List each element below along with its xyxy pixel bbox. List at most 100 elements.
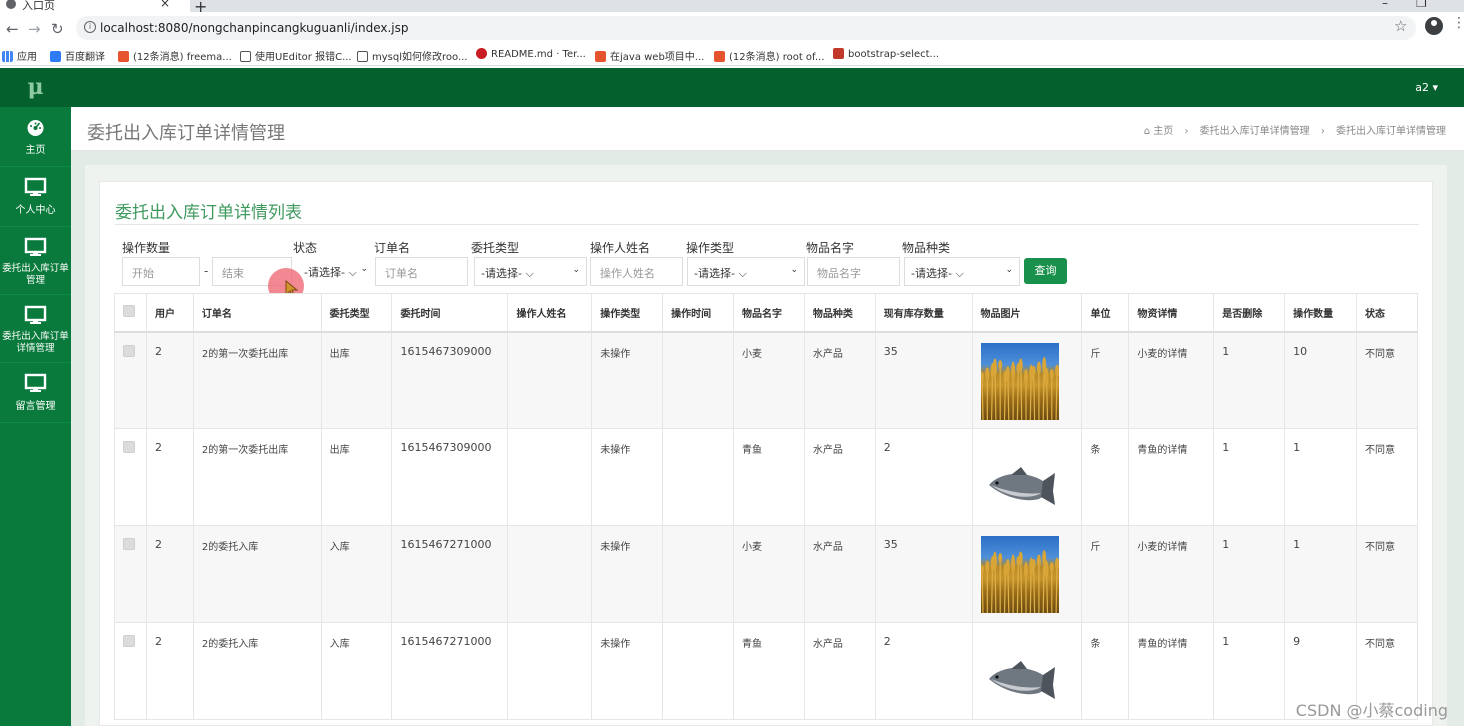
fish-image xyxy=(981,441,1059,518)
column-header[interactable]: 操作人姓名 xyxy=(507,293,593,333)
filter-label-goods-name: 物品名字 xyxy=(806,241,855,255)
sidebar-item-entrust-orders[interactable]: 委托出入库订单管理 xyxy=(0,227,71,295)
column-header[interactable]: 物品种类 xyxy=(803,293,876,333)
omnibox[interactable]: i localhost:8080/nongchanpincangkuguanli… xyxy=(76,16,1416,40)
restore-icon[interactable]: ❐ xyxy=(1416,0,1427,10)
filter-label-op-type: 操作类型 xyxy=(686,241,735,255)
column-header[interactable]: 状态 xyxy=(1355,293,1419,333)
user-menu[interactable]: a2 ▾ xyxy=(1415,81,1438,94)
cell-op-type: 未操作 xyxy=(591,525,664,623)
cell-unit: 斤 xyxy=(1081,525,1130,623)
filter-label-operator: 操作人姓名 xyxy=(590,241,651,255)
dashboard-icon xyxy=(27,120,44,136)
table-row[interactable]: 2 2的委托入库 入库 1615467271000 未操作 小麦 水产品 35 斤小麦的详情 1 1… xyxy=(114,525,1419,623)
cell-unit: 斤 xyxy=(1081,331,1130,429)
bookmark-star-icon[interactable]: ☆ xyxy=(1394,17,1407,35)
sidebar-item-entrust-order-details[interactable]: 委托出入库订单详情管理 xyxy=(0,295,71,363)
column-header[interactable]: 用户 xyxy=(145,293,194,333)
column-header[interactable]: 物品图片 xyxy=(971,293,1083,333)
profile-icon[interactable] xyxy=(1425,17,1443,35)
cell-order: 2的委托入库 xyxy=(192,622,322,720)
table-body: 2 2的第一次委托出库 出库 1615467309000 未操作 小麦 水产品 35 斤小麦的详… xyxy=(114,331,1419,720)
qty-start-input[interactable]: 开始 xyxy=(122,257,200,286)
column-header[interactable]: 委托时间 xyxy=(391,293,509,333)
query-button[interactable]: 查询 xyxy=(1024,258,1067,284)
bookmark-apps[interactable]: 应用 xyxy=(2,48,37,63)
sidebar-item-messages[interactable]: 留言管理 xyxy=(0,363,71,423)
cell-kind: 水产品 xyxy=(803,525,876,623)
breadcrumb-separator: › xyxy=(1320,126,1325,137)
column-header[interactable]: 操作类型 xyxy=(591,293,664,333)
back-icon[interactable]: ← xyxy=(6,20,19,38)
row-checkbox[interactable] xyxy=(123,441,135,453)
bookmark-item[interactable]: 在java web项目中... xyxy=(595,48,704,63)
sidebar-item-personal-center[interactable]: 个人中心 xyxy=(0,167,71,227)
cell-operator xyxy=(507,622,593,720)
cell-stock: 35 xyxy=(874,331,973,429)
bookmark-item[interactable]: 百度翻译 xyxy=(50,48,105,63)
bookmark-item[interactable]: mysql如何修改roo... xyxy=(357,48,467,63)
qty-range-dash: - xyxy=(204,264,209,278)
monitor-icon xyxy=(24,237,47,256)
sidebar-label: 委托出入库订单详情管理 xyxy=(2,331,69,354)
status-select[interactable]: -请选择- ⌄ xyxy=(298,257,374,286)
row-checkbox[interactable] xyxy=(123,635,135,647)
breadcrumb-item[interactable]: 委托出入库订单详情管理 xyxy=(1200,126,1310,137)
cell-qty: 10 xyxy=(1284,331,1357,429)
bookmark-item[interactable]: bootstrap-select... xyxy=(833,48,939,60)
details-table: 用户 订单名 委托类型 委托时间 操作人姓名 操作类型 操作时间 物品名字 物品… xyxy=(114,293,1419,720)
operator-name-input[interactable]: 操作人姓名 xyxy=(590,257,683,286)
cell-op-time xyxy=(662,331,734,429)
column-header[interactable]: 物资详情 xyxy=(1128,293,1215,333)
column-header[interactable]: 操作时间 xyxy=(662,293,734,333)
row-checkbox-cell xyxy=(114,525,147,623)
cell-goods: 小麦 xyxy=(733,525,805,623)
site-info-icon[interactable]: i xyxy=(84,21,96,33)
cell-goods: 青鱼 xyxy=(733,428,805,526)
bookmark-item[interactable]: (12条消息) freema... xyxy=(118,48,232,63)
browser-menu-icon[interactable]: ⋮ xyxy=(1452,15,1464,31)
cell-goods: 青鱼 xyxy=(733,622,805,720)
column-header[interactable]: 操作数量 xyxy=(1284,293,1357,333)
order-name-input[interactable]: 订单名 xyxy=(375,257,468,286)
sidebar-item-home[interactable]: 主页 xyxy=(0,107,71,167)
cell-order: 2的第一次委托出库 xyxy=(192,428,322,526)
bookmark-item[interactable]: (12条消息) root of... xyxy=(714,48,824,63)
row-checkbox[interactable] xyxy=(123,344,135,357)
translate-icon xyxy=(50,51,61,62)
column-header[interactable]: 现有库存数量 xyxy=(874,293,973,333)
column-header[interactable]: 委托类型 xyxy=(320,293,393,333)
row-checkbox-cell xyxy=(114,622,147,720)
forward-icon[interactable]: → xyxy=(28,20,41,38)
goods-kind-select[interactable]: -请选择- ⌄ xyxy=(904,257,1020,286)
column-header[interactable]: 是否删除 xyxy=(1213,293,1286,333)
column-header[interactable]: 单位 xyxy=(1081,293,1130,333)
cell-op-type: 未操作 xyxy=(591,428,664,526)
fish-image xyxy=(981,635,1059,712)
cell-time: 1615467271000 xyxy=(391,622,509,720)
table-row[interactable]: 2 2的委托入库 入库 1615467271000 未操作 青鱼 水产品 2 条青鱼的详情 1 9 不… xyxy=(114,622,1419,720)
reload-icon[interactable]: ↻ xyxy=(51,20,64,38)
row-checkbox[interactable] xyxy=(123,538,135,550)
panel-divider xyxy=(115,224,1419,225)
breadcrumb-home[interactable]: 主页 xyxy=(1153,126,1173,137)
cell-deleted: 1 xyxy=(1213,525,1286,623)
bookmark-item[interactable]: 使用UEditor 报错C... xyxy=(240,48,352,63)
url-text[interactable]: localhost:8080/nongchanpincangkuguanli/i… xyxy=(100,21,408,35)
entrust-type-select[interactable]: -请选择- ⌄ xyxy=(474,257,587,286)
app-logo[interactable]: μ xyxy=(0,68,71,107)
goods-name-input[interactable]: 物品名字 xyxy=(807,257,900,286)
tab-close-icon[interactable]: × xyxy=(160,0,170,10)
sidebar-label: 个人中心 xyxy=(15,205,56,216)
bookmark-item[interactable]: README.md · Ter... xyxy=(476,48,586,60)
cell-op-type: 未操作 xyxy=(591,331,664,429)
table-row[interactable]: 2 2的第一次委托出库 出库 1615467309000 未操作 小麦 水产品 35 斤小麦的详… xyxy=(114,331,1419,429)
table-row[interactable]: 2 2的第一次委托出库 出库 1615467309000 未操作 青鱼 水产品 2 条青鱼的详情… xyxy=(114,428,1419,526)
column-header[interactable]: 订单名 xyxy=(192,293,322,333)
browser-tab[interactable]: 入口页 × xyxy=(0,0,190,12)
breadcrumb: ⌂ 主页 › 委托出入库订单详情管理 › 委托出入库订单详情管理 xyxy=(1144,122,1446,137)
column-header[interactable]: 物品名字 xyxy=(733,293,805,333)
op-type-select[interactable]: -请选择- ⌄ xyxy=(687,257,805,286)
minimize-icon[interactable]: – xyxy=(1382,0,1388,10)
select-all-checkbox[interactable] xyxy=(123,304,135,317)
